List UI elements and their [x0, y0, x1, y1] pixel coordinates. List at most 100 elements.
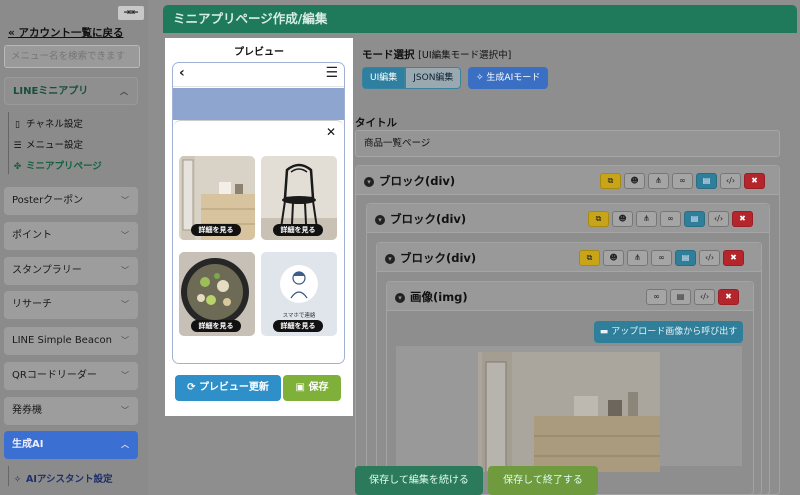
- double-chevron-left-icon: «: [8, 27, 15, 39]
- code-icon[interactable]: ‹/›: [708, 211, 729, 227]
- link-icon[interactable]: ∞: [651, 250, 672, 266]
- block-title[interactable]: ▾ ブロック(div): [375, 211, 466, 227]
- sidebar-section-label: QRコードリーダー: [12, 370, 97, 381]
- document-icon[interactable]: ▤: [670, 289, 691, 305]
- code-icon[interactable]: ‹/›: [699, 250, 720, 266]
- hamburger-menu-icon[interactable]: ☰: [325, 65, 338, 81]
- sidebar: ⇥⇤ « アカウント一覧に戻る LINEミニアプリ ︿ ▯ チャネル設定 ☰ メニュ…: [0, 0, 148, 495]
- ai-bot-icon[interactable]: ☻: [624, 173, 645, 189]
- card-caption: スマホで連絡: [282, 313, 316, 319]
- upload-image-button[interactable]: ▬ アップロード画像から呼び出す: [594, 321, 743, 343]
- dresser-image-thumbnail: [478, 352, 660, 472]
- block-header[interactable]: ▾ ブロック(div) ⧉ ☻ ⋔ ∞ ▤ ‹/› ✖: [377, 243, 761, 272]
- copy-icon[interactable]: ⧉: [600, 173, 621, 189]
- code-icon[interactable]: ‹/›: [720, 173, 741, 189]
- block-label: 画像(img): [410, 290, 468, 304]
- sidebar-item-mini-app-page[interactable]: ✤ ミニアプリページ: [12, 158, 102, 172]
- phone-icon: ▯: [15, 120, 20, 130]
- copy-icon[interactable]: ⧉: [579, 250, 600, 266]
- sidebar-item-channel-settings[interactable]: ▯ チャネル設定: [12, 116, 83, 130]
- refresh-icon: ⟳: [187, 382, 196, 393]
- close-icon[interactable]: ✕: [326, 125, 336, 139]
- block-header[interactable]: ▾ ブロック(div) ⧉ ☻ ⋔ ∞ ▤ ‹/› ✖: [367, 204, 769, 233]
- generative-ai-mode-button[interactable]: ✧ 生成AIモード: [468, 67, 549, 89]
- sidebar-section-simple-beacon[interactable]: LINE Simple Beacon ﹀: [4, 327, 138, 355]
- mode-toggle-group: UI編集 JSON編集: [362, 67, 462, 89]
- menu-search-input[interactable]: [4, 45, 140, 68]
- title-field-label: タイトル: [355, 117, 397, 129]
- back-to-accounts-link[interactable]: « アカウント一覧に戻る: [8, 25, 123, 40]
- json-edit-mode-button[interactable]: JSON編集: [405, 67, 462, 89]
- trash-icon[interactable]: ✖: [723, 250, 744, 266]
- phone-banner: [173, 88, 344, 120]
- sidebar-section-ticket-machine[interactable]: 発券機 ﹀: [4, 397, 138, 425]
- chevron-circle-icon[interactable]: ▾: [364, 177, 374, 187]
- sparkle-icon: ✧: [476, 73, 484, 83]
- sidebar-section-stamp-rally[interactable]: スタンプラリー ﹀: [4, 257, 138, 285]
- product-card[interactable]: 詳細を見る: [261, 156, 337, 240]
- sidebar-section-research[interactable]: リサーチ ﹀: [4, 291, 138, 319]
- detail-button[interactable]: 詳細を見る: [191, 320, 241, 332]
- detail-button[interactable]: 詳細を見る: [273, 320, 323, 332]
- link-icon[interactable]: ∞: [672, 173, 693, 189]
- document-icon[interactable]: ▤: [696, 173, 717, 189]
- chevron-down-icon: ﹀: [121, 371, 129, 380]
- sidebar-section-qr-reader[interactable]: QRコードリーダー ﹀: [4, 362, 138, 390]
- back-link-label: アカウント一覧に戻る: [18, 27, 124, 39]
- save-icon: ▣: [295, 382, 305, 393]
- preview-save-button[interactable]: ▣ 保存: [283, 375, 341, 401]
- detail-button[interactable]: 詳細を見る: [273, 224, 323, 236]
- hierarchy-icon[interactable]: ⋔: [648, 173, 669, 189]
- chevron-circle-icon[interactable]: ▾: [375, 215, 385, 225]
- link-icon[interactable]: ∞: [660, 211, 681, 227]
- sidebar-section-points[interactable]: ポイント ﹀: [4, 222, 138, 250]
- refresh-label: プレビュー更新: [198, 382, 269, 393]
- block-title[interactable]: ▾ 画像(img): [395, 289, 468, 305]
- sidebar-item-label: メニュー設定: [26, 140, 84, 151]
- block-title[interactable]: ▾ ブロック(div): [385, 250, 476, 266]
- product-card[interactable]: スマホで連絡 詳細を見る: [261, 252, 337, 336]
- link-icon[interactable]: ∞: [646, 289, 667, 305]
- block-header[interactable]: ▾ 画像(img) ∞ ▤ ‹/› ✖: [387, 282, 753, 311]
- document-icon[interactable]: ▤: [684, 211, 705, 227]
- save-and-finish-button[interactable]: 保存して終了する: [488, 466, 598, 495]
- block-toolbar: ∞ ▤ ‹/› ✖: [646, 289, 739, 305]
- sidebar-section-label: 発券機: [12, 405, 42, 416]
- ui-edit-mode-button[interactable]: UI編集: [362, 67, 406, 89]
- collapse-sidebar-button[interactable]: ⇥⇤: [118, 6, 144, 20]
- preview-refresh-button[interactable]: ⟳ プレビュー更新: [175, 375, 281, 401]
- chevron-down-icon: ﹀: [121, 231, 129, 240]
- trash-icon[interactable]: ✖: [732, 211, 753, 227]
- sidebar-item-menu-settings[interactable]: ☰ メニュー設定: [12, 137, 83, 151]
- product-card[interactable]: 詳細を見る: [179, 156, 255, 240]
- copy-icon[interactable]: ⧉: [588, 211, 609, 227]
- chevron-circle-icon[interactable]: ▾: [395, 293, 405, 303]
- sidebar-section-line-mini-app[interactable]: LINEミニアプリ ︿: [4, 77, 138, 105]
- trash-icon[interactable]: ✖: [718, 289, 739, 305]
- list-icon: ☰: [13, 141, 22, 151]
- block-header[interactable]: ▾ ブロック(div) ⧉ ☻ ⋔ ∞ ▤ ‹/› ✖: [356, 166, 779, 195]
- folder-icon: ▬: [599, 327, 609, 337]
- detail-button[interactable]: 詳細を見る: [191, 224, 241, 236]
- save-and-continue-button[interactable]: 保存して編集を続ける: [355, 466, 483, 495]
- document-icon[interactable]: ▤: [675, 250, 696, 266]
- trash-icon[interactable]: ✖: [744, 173, 765, 189]
- ai-bot-icon[interactable]: ☻: [612, 211, 633, 227]
- mode-select-label: モード選択 [UI編集モード選択中]: [362, 47, 511, 62]
- sidebar-section-label: 生成AI: [12, 439, 44, 450]
- sidebar-section-poster-coupon[interactable]: Posterクーポン ﹀: [4, 187, 138, 215]
- chevron-left-icon[interactable]: ‹: [179, 65, 185, 81]
- sidebar-section-label: LINE Simple Beacon: [12, 335, 112, 346]
- hierarchy-icon[interactable]: ⋔: [636, 211, 657, 227]
- sidebar-item-ai-assistant[interactable]: ✧ AIアシスタント設定: [12, 471, 113, 485]
- sidebar-section-label: LINEミニアプリ: [13, 86, 89, 97]
- ai-bot-icon[interactable]: ☻: [603, 250, 624, 266]
- sidebar-section-generative-ai[interactable]: 生成AI ︿: [4, 431, 138, 459]
- chevron-circle-icon[interactable]: ▾: [385, 254, 395, 264]
- code-icon[interactable]: ‹/›: [694, 289, 715, 305]
- product-card[interactable]: 詳細を見る: [179, 252, 255, 336]
- page-title: ミニアプリページ作成/編集: [163, 5, 797, 33]
- hierarchy-icon[interactable]: ⋔: [627, 250, 648, 266]
- title-input[interactable]: 商品一覧ページ: [355, 130, 780, 157]
- block-title[interactable]: ▾ ブロック(div): [364, 173, 455, 189]
